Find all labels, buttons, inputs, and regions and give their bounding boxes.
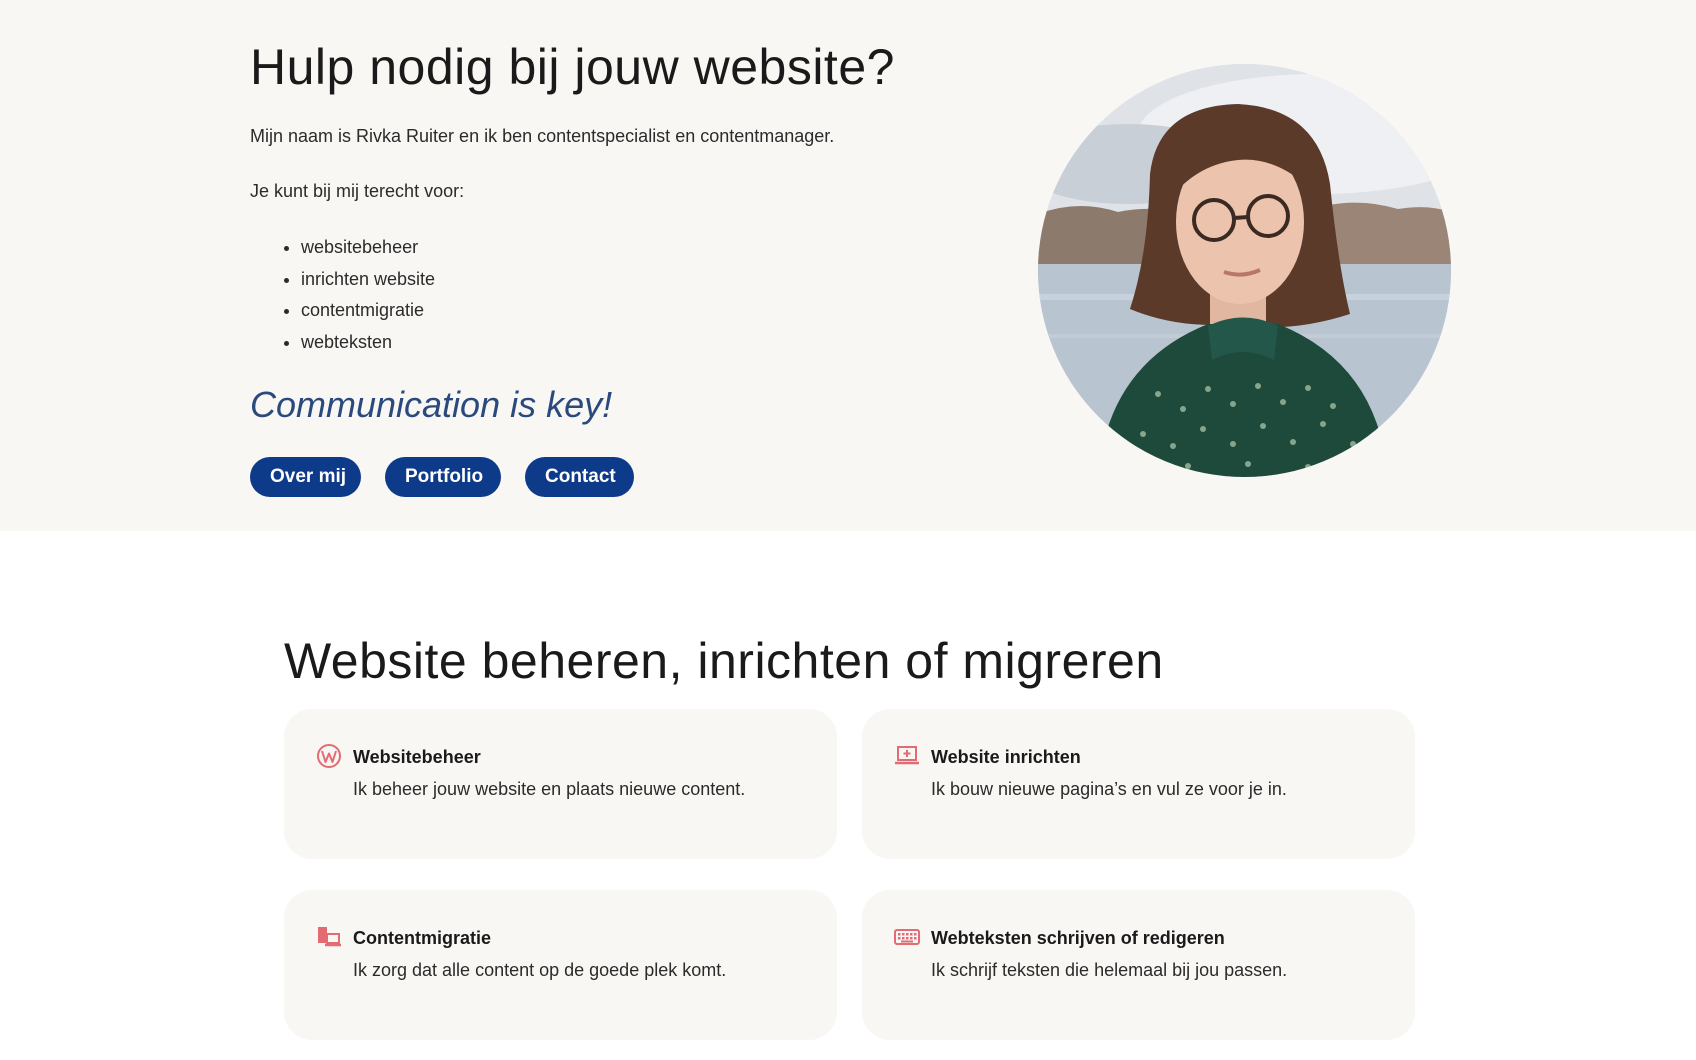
list-item: websitebeheer bbox=[301, 232, 435, 264]
hero-section: Hulp nodig bij jouw website? Mijn naam i… bbox=[0, 0, 1696, 531]
portrait-illustration bbox=[1038, 64, 1451, 477]
service-card-website-inrichten[interactable]: Website inrichten Ik bouw nieuwe pagina’… bbox=[862, 709, 1415, 859]
services-section-title: Website beheren, inrichten of migreren bbox=[284, 633, 1164, 689]
about-button[interactable]: Over mij bbox=[250, 457, 361, 497]
card-text: Ik zorg dat alle content op de goede ple… bbox=[353, 960, 727, 980]
tagline: Communication is key! bbox=[250, 384, 613, 425]
service-card-webteksten[interactable]: Webteksten schrijven of redigeren Ik sch… bbox=[862, 890, 1415, 1040]
devices-icon bbox=[318, 927, 341, 947]
card-text: Ik bouw nieuwe pagina’s en vul ze voor j… bbox=[931, 779, 1287, 799]
profile-photo bbox=[1038, 64, 1451, 477]
card-text: Ik schrijf teksten die helemaal bij jou … bbox=[931, 960, 1288, 980]
hero-title: Hulp nodig bij jouw website? bbox=[250, 39, 895, 95]
card-title: Contentmigratie bbox=[353, 928, 492, 948]
card-title: Webteksten schrijven of redigeren bbox=[931, 928, 1225, 948]
contact-button[interactable]: Contact bbox=[525, 457, 634, 497]
hero-intro: Mijn naam is Rivka Ruiter en ik ben cont… bbox=[250, 126, 835, 146]
card-text: Ik beheer jouw website en plaats nieuwe … bbox=[353, 779, 746, 799]
services-list: websitebeheer inrichten website contentm… bbox=[280, 232, 435, 358]
hero-services-intro: Je kunt bij mij terecht voor: bbox=[250, 181, 465, 201]
list-item: inrichten website bbox=[301, 264, 435, 296]
wordpress-icon bbox=[317, 744, 341, 768]
portfolio-button[interactable]: Portfolio bbox=[385, 457, 501, 497]
list-item: webteksten bbox=[301, 327, 435, 359]
card-title: Websitebeheer bbox=[353, 747, 481, 767]
list-item: contentmigratie bbox=[301, 295, 435, 327]
card-title: Website inrichten bbox=[931, 747, 1081, 767]
keyboard-icon bbox=[894, 929, 920, 945]
service-card-websitebeheer[interactable]: Websitebeheer Ik beheer jouw website en … bbox=[284, 709, 837, 859]
laptop-add-icon bbox=[895, 746, 919, 765]
service-card-contentmigratie[interactable]: Contentmigratie Ik zorg dat alle content… bbox=[284, 890, 837, 1040]
